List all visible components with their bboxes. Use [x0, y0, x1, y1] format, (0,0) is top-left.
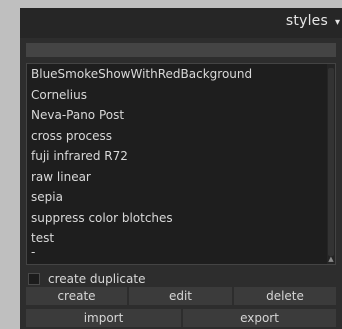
scrollbar-thumb[interactable] — [328, 68, 334, 256]
create-duplicate-checkbox[interactable] — [28, 273, 40, 285]
list-item[interactable]: fuji infrared R72 — [27, 146, 335, 167]
create-duplicate-option[interactable]: create duplicate — [28, 270, 145, 288]
export-button[interactable]: export — [183, 309, 336, 327]
list-item[interactable]: cross process — [27, 126, 335, 147]
list-item[interactable]: - — [27, 249, 335, 255]
list-item[interactable]: raw linear — [27, 167, 335, 188]
delete-button[interactable]: delete — [234, 287, 336, 305]
style-name-entry[interactable] — [26, 43, 336, 57]
scroll-arrow-icon[interactable]: ▲ — [327, 255, 335, 264]
styles-title: styles — [285, 13, 328, 29]
list-scrollbar[interactable]: ▲ — [327, 64, 335, 264]
create-duplicate-label[interactable]: create duplicate — [48, 272, 145, 286]
styles-header[interactable]: styles ▾ — [20, 8, 342, 38]
collapse-arrow-icon[interactable]: ▾ — [335, 17, 340, 28]
list-item[interactable]: test — [27, 228, 335, 249]
create-button[interactable]: create — [26, 287, 127, 305]
import-button[interactable]: import — [26, 309, 181, 327]
styles-list[interactable]: BlueSmokeShowWithRedBackground Cornelius… — [26, 63, 336, 265]
styles-panel: styles ▾ BlueSmokeShowWithRedBackground … — [20, 8, 342, 329]
list-item[interactable]: suppress color blotches — [27, 208, 335, 229]
list-item[interactable]: BlueSmokeShowWithRedBackground — [27, 64, 335, 85]
list-item[interactable]: Cornelius — [27, 85, 335, 106]
list-item[interactable]: sepia — [27, 187, 335, 208]
list-item[interactable]: Neva-Pano Post — [27, 105, 335, 126]
edit-button[interactable]: edit — [129, 287, 232, 305]
